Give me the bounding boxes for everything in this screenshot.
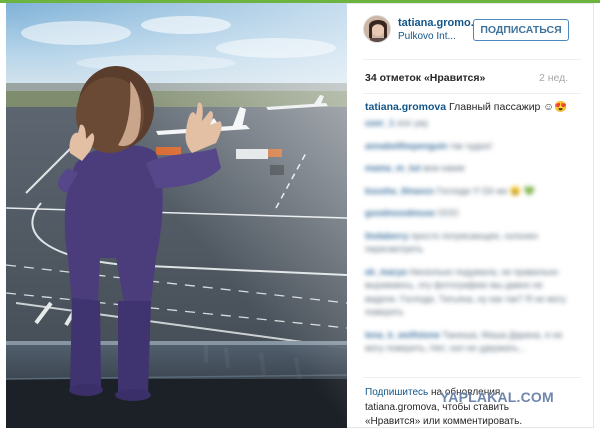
comment-item: annabelthepenguin так чудно!	[365, 140, 575, 154]
post-header: tatiana.gromo... Pulkovo Int... ПОДПИСАТ…	[349, 3, 594, 59]
comment-username[interactable]: ek_marya	[365, 267, 407, 277]
comment-item: user_1 ooo yay	[365, 117, 575, 131]
comment-username[interactable]: annabelthepenguin	[365, 141, 448, 151]
comment-username[interactable]: user_1	[365, 118, 394, 128]
subscribe-link[interactable]: Подпишитесь	[365, 387, 428, 398]
comment-item: ek_marya Нисколько подумала, не правильн…	[365, 266, 575, 320]
comment-username[interactable]: mama_m_tut	[365, 163, 421, 173]
comment-item: lindaberry просто потрясающее, склонен п…	[365, 230, 575, 257]
comment-item: goodmoodmuse ООО	[365, 207, 575, 221]
footer-divider	[363, 377, 581, 378]
comment-item: mama_m_tut мои какие	[365, 162, 575, 176]
post-username[interactable]: tatiana.gromo...	[398, 17, 480, 29]
avatar-image	[364, 16, 390, 42]
comment-username[interactable]: lindaberry	[365, 231, 409, 241]
comment-username[interactable]: goodmoodmuse	[365, 208, 435, 218]
post-sidebar: tatiana.gromo... Pulkovo Int... ПОДПИСАТ…	[349, 3, 594, 428]
caption-username[interactable]: tatiana.gromova	[365, 101, 446, 113]
avatar[interactable]	[363, 15, 391, 43]
comment-item: lena_k_wolfstone Танюша, Маша Дарина, я …	[365, 329, 575, 356]
comment-username[interactable]: lena_k_wolfstone	[365, 330, 440, 340]
login-prompt-line3: «Нравится» или комментировать.	[365, 416, 523, 427]
post-location[interactable]: Pulkovo Int...	[398, 31, 456, 42]
comment-item: ksusha_ilinaxxx Господи !!! Её же 😮 💚	[365, 185, 575, 199]
comment-username[interactable]: ksusha_ilinaxxx	[365, 186, 434, 196]
watermark-text: YAPLAKAL.COM	[440, 389, 554, 405]
comment-text: ooo yay	[396, 118, 429, 128]
comment-text: мои какие	[423, 163, 465, 173]
follow-button[interactable]: ПОДПИСАТЬСЯ	[473, 19, 569, 41]
likes-count[interactable]: 34 отметок «Нравится»	[365, 72, 485, 84]
comment-text: ООО	[437, 208, 459, 218]
meta-divider	[363, 93, 581, 94]
post-caption: tatiana.gromova Главный пассажир ☺😍	[365, 100, 567, 113]
post-photo[interactable]	[6, 3, 347, 428]
comments-list: user_1 ooo yay annabelthepenguin так чуд…	[365, 117, 575, 367]
header-divider	[363, 59, 581, 60]
photo-image	[6, 3, 347, 428]
comment-text: Господи !!! Её же 😮 💚	[436, 185, 535, 196]
comment-text: так чудно!	[450, 140, 493, 151]
caption-text: Главный пассажир ☺😍	[449, 101, 568, 113]
post-time[interactable]: 2 нед.	[539, 72, 568, 84]
